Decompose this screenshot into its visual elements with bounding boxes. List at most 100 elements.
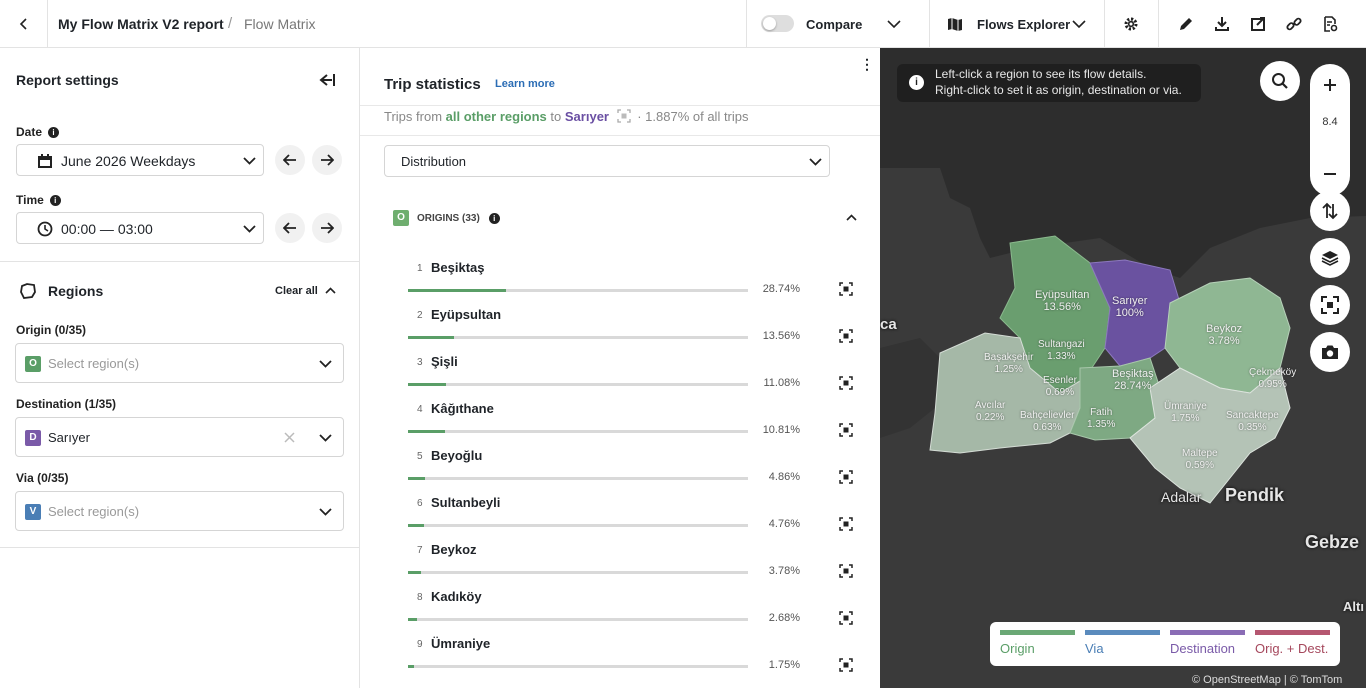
row-share-fill bbox=[408, 289, 506, 292]
explorer-chevron-icon[interactable] bbox=[1068, 14, 1090, 34]
row-share-bar bbox=[408, 571, 748, 574]
zoom-in-icon[interactable] bbox=[1323, 78, 1337, 92]
focus-region-icon[interactable] bbox=[839, 564, 853, 578]
origin-row[interactable]: 9 Ümraniye 1.75% bbox=[408, 636, 858, 683]
row-share-bar bbox=[408, 289, 748, 292]
info-icon[interactable]: i bbox=[488, 212, 500, 224]
time-label: Time i bbox=[16, 193, 61, 207]
origin-row[interactable]: 7 Beykoz 3.78% bbox=[408, 542, 858, 589]
row-share-bar bbox=[408, 477, 748, 480]
via-badge: V bbox=[25, 504, 41, 520]
chevron-up-icon[interactable] bbox=[846, 214, 857, 221]
report-settings-icon[interactable] bbox=[1320, 13, 1340, 35]
screenshot-button[interactable] bbox=[1310, 332, 1350, 372]
date-prev-button[interactable] bbox=[275, 145, 305, 175]
info-icon[interactable]: i bbox=[49, 195, 61, 206]
gear-icon[interactable] bbox=[1120, 13, 1142, 35]
origin-row[interactable]: 6 Sultanbeyli 4.76% bbox=[408, 495, 858, 542]
divider bbox=[929, 0, 930, 48]
row-share-fill bbox=[408, 430, 445, 433]
date-next-button[interactable] bbox=[312, 145, 342, 175]
date-select[interactable]: June 2026 Weekdays bbox=[16, 144, 264, 176]
view-select-value: Distribution bbox=[401, 154, 467, 169]
focus-region-icon[interactable] bbox=[839, 658, 853, 672]
chevron-down-icon bbox=[319, 360, 332, 368]
row-rank: 8 bbox=[417, 592, 423, 603]
place-label: Altı bbox=[1343, 599, 1364, 614]
legend-swatch bbox=[1255, 630, 1330, 635]
clear-icon[interactable] bbox=[284, 432, 295, 443]
row-share-bar bbox=[408, 618, 748, 621]
time-select[interactable]: 00:00 — 03:00 bbox=[16, 212, 264, 244]
view-select[interactable]: Distribution bbox=[384, 145, 830, 177]
focus-region-icon[interactable] bbox=[839, 423, 853, 437]
zoom-level: 8.4 bbox=[1322, 116, 1338, 128]
focus-region-icon[interactable] bbox=[839, 376, 853, 390]
focus-region-icon[interactable] bbox=[839, 329, 853, 343]
via-label: Via (0/35) bbox=[16, 471, 69, 485]
focus-region-icon[interactable] bbox=[839, 611, 853, 625]
map-hint-line: Left-click a region to see its flow deta… bbox=[935, 67, 1147, 81]
collapse-panel-icon[interactable] bbox=[314, 70, 340, 90]
time-prev-button[interactable] bbox=[275, 213, 305, 243]
row-rank: 7 bbox=[417, 545, 423, 556]
via-select[interactable]: V Select region(s) bbox=[15, 491, 344, 531]
legend-origin: Origin bbox=[990, 630, 1075, 656]
chevron-down-icon bbox=[243, 225, 256, 233]
pencil-icon[interactable] bbox=[1176, 13, 1196, 35]
compare-chevron-icon[interactable] bbox=[882, 14, 906, 34]
origin-row[interactable]: 1 Beşiktaş 28.74% bbox=[408, 260, 858, 307]
from-value: all other regions bbox=[445, 109, 547, 124]
origin-row[interactable]: 8 Kadıköy 2.68% bbox=[408, 589, 858, 636]
row-percentage: 28.74% bbox=[762, 283, 800, 295]
learn-more-link[interactable]: Learn more bbox=[495, 78, 555, 90]
compare-toggle[interactable] bbox=[761, 15, 794, 32]
info-icon: i bbox=[909, 75, 924, 90]
to-value: Sarıyer bbox=[564, 109, 609, 124]
download-icon[interactable] bbox=[1212, 13, 1232, 35]
breadcrumb-page[interactable]: Flow Matrix bbox=[244, 16, 316, 32]
origin-row[interactable]: 2 Eyüpsultan 13.56% bbox=[408, 307, 858, 354]
map-view[interactable]: Eyüpsultan 13.56% Sarıyer 100% Beykoz 3.78%… bbox=[880, 48, 1366, 688]
focus-region-icon[interactable] bbox=[839, 470, 853, 484]
map-search-button[interactable] bbox=[1260, 61, 1300, 101]
fit-bounds-button[interactable] bbox=[1310, 285, 1350, 325]
chevron-up-icon[interactable] bbox=[325, 287, 336, 294]
origin-row[interactable]: 3 Şişli 11.08% bbox=[408, 354, 858, 401]
row-percentage: 2.68% bbox=[768, 612, 800, 624]
zoom-out-icon[interactable] bbox=[1324, 172, 1336, 176]
origins-header[interactable]: O ORIGINS (33) i bbox=[393, 210, 500, 226]
legend-label: Destination bbox=[1170, 641, 1236, 656]
row-share-fill bbox=[408, 524, 425, 527]
focus-region-icon[interactable] bbox=[839, 517, 853, 531]
place-label-pendik: Pendik bbox=[1225, 485, 1285, 505]
map-label-sancaktepe: Sancaktepe 0.35% bbox=[1226, 410, 1279, 433]
legend-swatch bbox=[1000, 630, 1075, 635]
open-new-icon[interactable] bbox=[1248, 13, 1268, 35]
origin-select[interactable]: O Select region(s) bbox=[15, 343, 344, 383]
origin-row[interactable]: 4 Kâğıthane 10.81% bbox=[408, 401, 858, 448]
layers-button[interactable] bbox=[1310, 238, 1350, 278]
flows-explorer-label[interactable]: Flows Explorer bbox=[977, 17, 1070, 32]
map-attribution[interactable]: © OpenStreetMap | © TomTom bbox=[1192, 674, 1342, 686]
trip-statistics-title: Trip statistics bbox=[384, 76, 481, 93]
info-icon[interactable]: i bbox=[48, 127, 60, 138]
focus-region-icon[interactable] bbox=[839, 282, 853, 296]
time-next-button[interactable] bbox=[312, 213, 342, 243]
more-options-icon[interactable]: ⋮ bbox=[860, 56, 874, 73]
focus-region-icon[interactable] bbox=[616, 109, 631, 123]
link-icon[interactable] bbox=[1284, 13, 1304, 35]
clear-all-button[interactable]: Clear all bbox=[275, 285, 318, 297]
destination-select[interactable]: D Sarıyer bbox=[15, 417, 344, 457]
back-button[interactable] bbox=[0, 0, 48, 48]
row-region-name: Beykoz bbox=[431, 542, 477, 557]
swap-direction-button[interactable] bbox=[1310, 191, 1350, 231]
report-settings-panel: Report settings Date i June 2026 Weekdays… bbox=[0, 48, 360, 688]
row-share-bar bbox=[408, 383, 748, 386]
row-percentage: 11.08% bbox=[763, 377, 801, 389]
row-share-fill bbox=[408, 336, 455, 339]
origin-row[interactable]: 5 Beyoğlu 4.86% bbox=[408, 448, 858, 495]
row-rank: 9 bbox=[417, 639, 423, 650]
destination-label: Destination (1/35) bbox=[16, 397, 117, 411]
place-label: ca bbox=[880, 316, 897, 333]
